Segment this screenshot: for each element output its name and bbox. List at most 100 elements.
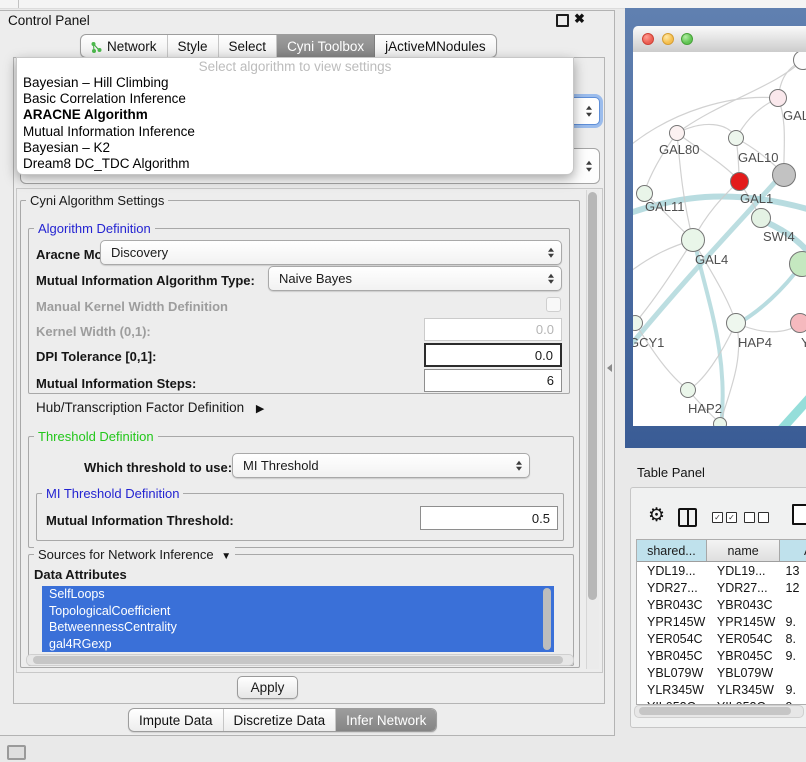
table-panel-title: Table Panel bbox=[637, 465, 705, 480]
table-row[interactable]: YBR043CYBR043C bbox=[637, 596, 806, 613]
data-attribute-item[interactable]: TopologicalCoefficient bbox=[42, 603, 554, 620]
dock-panel-icon[interactable] bbox=[7, 745, 26, 760]
algorithm-option[interactable]: Dream8 DC_TDC Algorithm bbox=[17, 156, 573, 172]
network-node-label: HAP4 bbox=[738, 335, 772, 350]
float-window-icon[interactable] bbox=[556, 14, 569, 27]
table-column-header[interactable]: name bbox=[707, 540, 781, 561]
threshold-definition-title: Threshold Definition bbox=[34, 429, 158, 444]
tab-select-label: Select bbox=[229, 39, 267, 54]
apply-button[interactable]: Apply bbox=[237, 676, 298, 699]
network-node[interactable] bbox=[633, 315, 643, 331]
tab-impute-data-label: Impute Data bbox=[139, 713, 213, 728]
network-view-window[interactable]: GALGAL80GAL10GAL1GAL11SWI4GAL4GCY1HAP4YH… bbox=[625, 8, 806, 448]
network-node[interactable] bbox=[751, 208, 771, 228]
table-cell: YPR145W bbox=[637, 613, 707, 630]
table-cell: YBR045C bbox=[707, 647, 781, 664]
data-attributes-list[interactable]: SelfLoopsTopologicalCoefficientBetweenne… bbox=[42, 586, 554, 652]
network-node-label: SWI4 bbox=[763, 229, 795, 244]
mi-type-value: Naive Bayes bbox=[279, 271, 352, 286]
deselect-all-columns-icon[interactable] bbox=[744, 512, 769, 523]
tab-cyni-toolbox[interactable]: Cyni Toolbox bbox=[277, 35, 375, 57]
splitter-collapse-icon[interactable] bbox=[607, 364, 612, 372]
table-row[interactable]: YBL079WYBL079W bbox=[637, 664, 806, 681]
tab-impute-data[interactable]: Impute Data bbox=[129, 709, 224, 731]
cyni-bottom-tabbar: Impute Data Discretize Data Infer Networ… bbox=[128, 708, 437, 732]
network-node[interactable] bbox=[726, 313, 746, 333]
algorithm-option[interactable]: Bayesian – K2 bbox=[17, 140, 573, 156]
table-row[interactable]: YDR27...YDR27...12 bbox=[637, 579, 806, 596]
sources-group-title[interactable]: Sources for Network Inference ▼ bbox=[34, 547, 235, 562]
network-node[interactable] bbox=[772, 163, 796, 187]
table-row[interactable]: YPR145WYPR145W9. bbox=[637, 613, 806, 630]
table-cell: 12 bbox=[781, 579, 806, 596]
network-node-label: GAL bbox=[783, 108, 806, 123]
table-cell: YPR145W bbox=[707, 613, 781, 630]
mi-steps-field[interactable]: 6 bbox=[424, 369, 562, 392]
tab-select[interactable]: Select bbox=[219, 35, 278, 57]
table-row[interactable]: YLR345WYLR345W9. bbox=[637, 681, 806, 698]
table-cell: YBR043C bbox=[707, 596, 781, 613]
horizontal-scrollbar-thumb[interactable] bbox=[33, 656, 563, 664]
network-node[interactable] bbox=[681, 228, 705, 252]
sources-horizontal-scrollbar[interactable] bbox=[26, 654, 574, 666]
algorithm-option[interactable]: Mutual Information Inference bbox=[17, 124, 573, 140]
algorithm-option[interactable]: ARACNE Algorithm bbox=[17, 107, 573, 123]
checked-box-icon: ✓ bbox=[712, 512, 723, 523]
data-attribute-item[interactable]: SelfLoops bbox=[42, 586, 554, 603]
network-node[interactable] bbox=[713, 417, 727, 426]
close-traffic-light-icon[interactable] bbox=[642, 33, 654, 45]
table-row[interactable]: YBR045CYBR045C9. bbox=[637, 647, 806, 664]
select-all-columns-icon[interactable]: ✓ ✓ bbox=[712, 512, 737, 523]
aracne-mode-combo[interactable]: Discovery bbox=[100, 240, 562, 265]
dpi-tolerance-field[interactable]: 0.0 bbox=[424, 343, 562, 367]
kernel-width-field[interactable]: 0.0 bbox=[424, 318, 562, 341]
network-node[interactable] bbox=[790, 313, 806, 333]
node-table[interactable]: shared...nameA YDL19...YDL19...13YDR27..… bbox=[636, 539, 806, 705]
attributes-scrollbar-thumb[interactable] bbox=[543, 588, 551, 650]
tab-discretize-data[interactable]: Discretize Data bbox=[224, 709, 337, 731]
table-column-header[interactable]: shared... bbox=[637, 540, 707, 561]
data-attribute-item[interactable]: gal4RGexp bbox=[42, 636, 554, 653]
network-node[interactable] bbox=[769, 89, 787, 107]
export-table-icon[interactable] bbox=[792, 504, 806, 525]
settings-scrollbar-thumb[interactable] bbox=[588, 192, 597, 600]
table-cell: 8. bbox=[781, 630, 806, 647]
checked-box-icon: ✓ bbox=[726, 512, 737, 523]
table-cell: YDL19... bbox=[707, 562, 781, 579]
network-node[interactable] bbox=[680, 382, 696, 398]
tab-network[interactable]: Network bbox=[81, 35, 168, 57]
network-node[interactable] bbox=[793, 52, 806, 70]
which-threshold-combo[interactable]: MI Threshold bbox=[232, 453, 530, 478]
tab-infer-network[interactable]: Infer Network bbox=[336, 709, 436, 731]
data-attribute-item[interactable]: BetweennessCentrality bbox=[42, 619, 554, 636]
hub-definition-toggle[interactable]: Hub/Transcription Factor Definition ▶ bbox=[36, 400, 264, 415]
algorithm-option[interactable]: Bayesian – Hill Climbing bbox=[17, 75, 573, 91]
close-panel-icon[interactable]: ✖ bbox=[574, 11, 585, 27]
network-node[interactable] bbox=[789, 251, 806, 277]
network-node[interactable] bbox=[669, 125, 685, 141]
network-node[interactable] bbox=[728, 130, 744, 146]
network-node[interactable] bbox=[730, 172, 749, 191]
table-row[interactable]: YIL052CYIL052C9 bbox=[637, 698, 806, 705]
table-horizontal-scrollbar[interactable] bbox=[634, 705, 804, 718]
tab-jactivemnodules[interactable]: jActiveMNodules bbox=[375, 35, 496, 57]
gear-icon[interactable]: ⚙ bbox=[648, 504, 665, 527]
mi-type-combo[interactable]: Naive Bayes bbox=[268, 266, 562, 291]
table-cell: YIL052C bbox=[707, 698, 781, 705]
zoom-traffic-light-icon[interactable] bbox=[681, 33, 693, 45]
minimize-traffic-light-icon[interactable] bbox=[662, 33, 674, 45]
network-node-label: GAL11 bbox=[645, 199, 685, 214]
algorithm-option[interactable]: Basic Correlation Inference bbox=[17, 91, 573, 107]
table-column-header[interactable]: A bbox=[780, 540, 806, 561]
table-row[interactable]: YDL19...YDL19...13 bbox=[637, 562, 806, 579]
manual-kernel-checkbox[interactable] bbox=[546, 297, 561, 312]
tab-style[interactable]: Style bbox=[168, 35, 219, 57]
network-window-titlebar[interactable] bbox=[633, 26, 806, 53]
table-row[interactable]: YER054CYER054C8. bbox=[637, 630, 806, 647]
mi-threshold-field[interactable]: 0.5 bbox=[420, 506, 558, 530]
network-canvas[interactable]: GALGAL80GAL10GAL1GAL11SWI4GAL4GCY1HAP4YH… bbox=[633, 52, 806, 426]
tab-cyni-toolbox-label: Cyni Toolbox bbox=[287, 39, 364, 54]
show-columns-icon[interactable] bbox=[678, 508, 697, 527]
table-scrollbar-thumb[interactable] bbox=[639, 707, 791, 715]
table-cell: YDL19... bbox=[637, 562, 707, 579]
